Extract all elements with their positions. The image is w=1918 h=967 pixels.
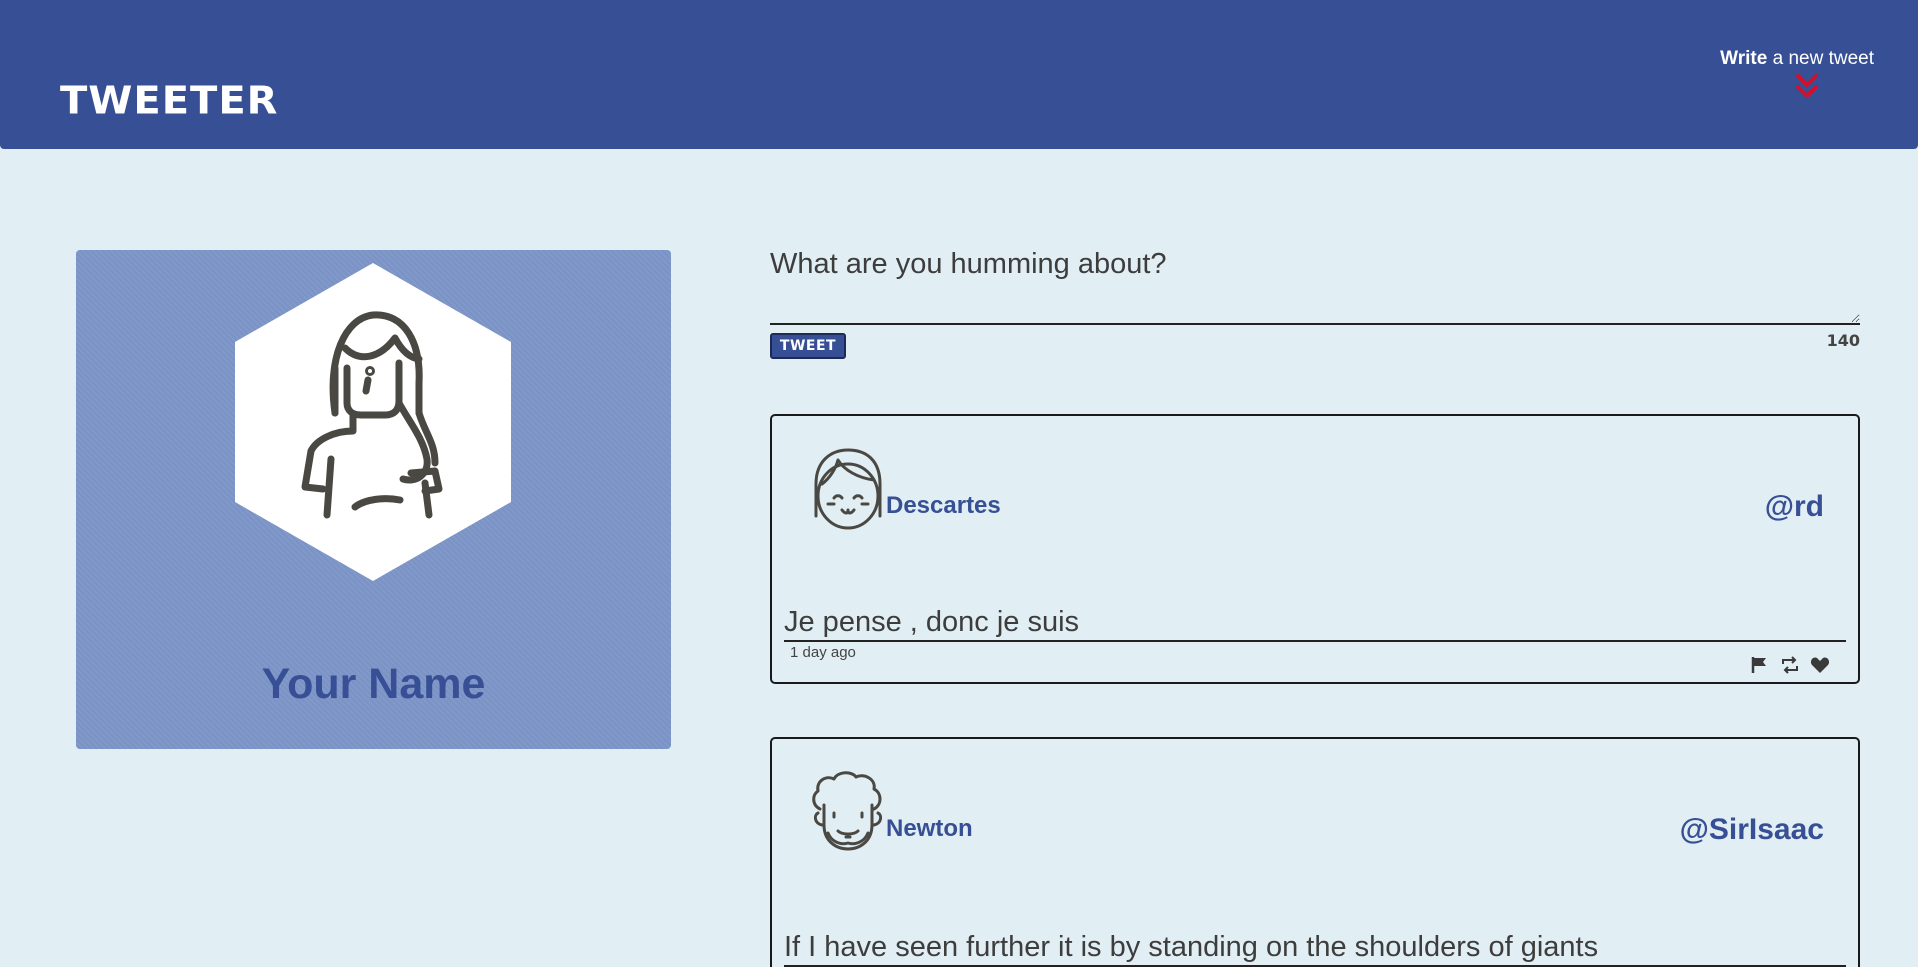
tweet-card: Descartes @rd Je pense , donc je suis 1 … xyxy=(770,414,1860,684)
character-counter: 140 xyxy=(1826,331,1860,350)
top-navbar: Tweeter Write a new tweet xyxy=(0,0,1918,149)
profile-name: Your Name xyxy=(261,660,486,708)
write-new-tweet-toggle[interactable]: Write a new tweet xyxy=(1720,48,1874,102)
new-tweet-label: a new tweet xyxy=(1767,48,1874,69)
retweet-icon[interactable] xyxy=(1780,656,1800,674)
double-chevron-down-icon[interactable] xyxy=(1794,72,1820,102)
profile-card: Your Name xyxy=(76,250,671,749)
woman-avatar-icon xyxy=(235,263,511,581)
tweet-author-handle: @rd xyxy=(1764,490,1824,523)
curly-hair-avatar-icon xyxy=(812,771,883,851)
brand-logo[interactable]: Tweeter xyxy=(60,79,278,123)
tweet-timestamp: 1 day ago xyxy=(790,644,856,661)
tweet-content: Je pense , donc je suis xyxy=(784,606,1846,642)
tweet-author-handle: @SirIsaac xyxy=(1679,813,1824,846)
tweet-card: Newton @SirIsaac If I have seen further … xyxy=(770,737,1860,967)
tweet-content: If I have seen further it is by standing… xyxy=(784,931,1846,967)
write-label: Write xyxy=(1720,48,1768,69)
heart-icon[interactable] xyxy=(1810,656,1830,674)
flag-icon[interactable] xyxy=(1750,656,1770,674)
tweet-text-input[interactable] xyxy=(770,245,1860,325)
tweet-actions xyxy=(1750,656,1830,674)
new-tweet-form: TWEET 140 xyxy=(770,245,1860,359)
tweet-submit-button[interactable]: TWEET xyxy=(770,333,846,359)
girl-avatar-icon xyxy=(814,448,882,530)
tweet-author-name: Descartes xyxy=(886,492,1001,519)
tweet-author-name: Newton xyxy=(886,815,973,842)
